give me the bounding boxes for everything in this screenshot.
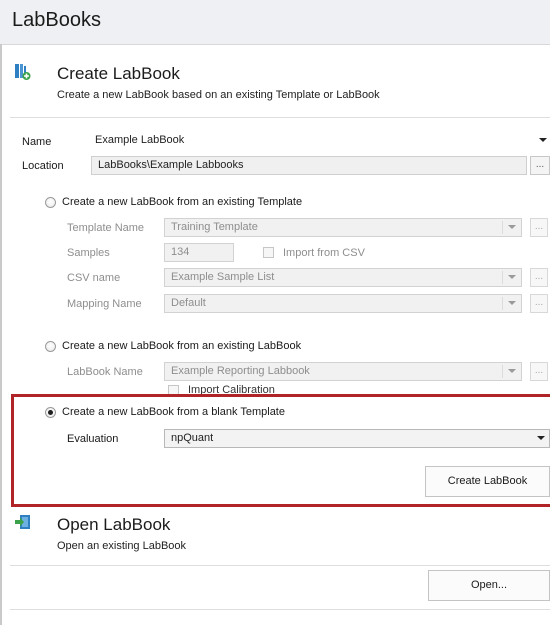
chevron-down-icon: [508, 225, 516, 229]
create-labbook-icon: [14, 63, 32, 81]
name-input[interactable]: Example LabBook: [91, 132, 550, 151]
chevron-down-icon: [539, 138, 547, 142]
create-labbook-title: Create LabBook: [57, 64, 180, 83]
chevron-down-icon: [508, 369, 516, 373]
select-separator: [502, 365, 503, 378]
open-labbook-icon: [14, 513, 32, 531]
left-border: [0, 44, 2, 625]
labbook-browse-button[interactable]: ...: [530, 362, 548, 381]
template-radio[interactable]: [45, 197, 56, 208]
divider: [10, 117, 550, 118]
select-separator: [502, 271, 503, 284]
template-name-label: Template Name: [67, 222, 145, 234]
open-labbook-title: Open LabBook: [57, 515, 171, 534]
name-value: Example LabBook: [95, 134, 185, 146]
create-labbook-subtitle: Create a new LabBook based on an existin…: [57, 89, 380, 101]
evaluation-label: Evaluation: [67, 433, 119, 445]
chevron-down-icon: [508, 275, 516, 279]
open-labbook-subtitle: Open an existing LabBook: [57, 540, 187, 552]
csv-name-label: CSV name: [67, 272, 121, 284]
divider: [10, 565, 550, 566]
template-name-value: Training Template: [171, 221, 258, 233]
evaluation-select[interactable]: npQuant: [164, 429, 550, 448]
mapping-name-label: Mapping Name: [67, 298, 142, 310]
import-csv-label: Import from CSV: [283, 247, 365, 259]
labbook-name-value: Example Reporting Labbook: [171, 365, 310, 377]
samples-label: Samples: [67, 247, 110, 259]
select-separator: [502, 221, 503, 234]
location-browse-button[interactable]: ...: [530, 156, 550, 175]
template-radio-label[interactable]: Create a new LabBook from an existing Te…: [62, 196, 302, 208]
chevron-down-icon: [537, 436, 545, 440]
labbook-name-select[interactable]: Example Reporting Labbook: [164, 362, 522, 381]
blank-template-radio-label[interactable]: Create a new LabBook from a blank Templa…: [62, 406, 285, 418]
title-bar: LabBooks: [0, 0, 550, 45]
template-browse-button[interactable]: ...: [530, 218, 548, 237]
template-name-select[interactable]: Training Template: [164, 218, 522, 237]
labbook-radio[interactable]: [45, 341, 56, 352]
select-separator: [502, 297, 503, 310]
import-csv-checkbox[interactable]: [263, 247, 274, 258]
app-title: LabBooks: [12, 9, 101, 31]
samples-input[interactable]: 134: [164, 243, 234, 262]
open-button[interactable]: Open...: [428, 570, 550, 601]
chevron-down-icon: [508, 301, 516, 305]
name-label: Name: [22, 136, 52, 148]
location-label: Location: [22, 160, 64, 172]
mapping-browse-button[interactable]: ...: [530, 294, 548, 313]
csv-browse-button[interactable]: ...: [530, 268, 548, 287]
csv-name-value: Example Sample List: [171, 271, 275, 283]
labbook-radio-label[interactable]: Create a new LabBook from an existing La…: [62, 340, 301, 352]
blank-template-radio[interactable]: [45, 407, 56, 418]
divider: [10, 609, 550, 610]
labbook-name-label: LabBook Name: [67, 366, 143, 378]
csv-name-select[interactable]: Example Sample List: [164, 268, 522, 287]
location-field: LabBooks\Example Labbooks: [91, 156, 527, 175]
evaluation-value: npQuant: [171, 432, 214, 444]
mapping-name-select[interactable]: Default: [164, 294, 522, 313]
create-labbook-button[interactable]: Create LabBook: [425, 466, 550, 497]
mapping-name-value: Default: [171, 297, 206, 309]
